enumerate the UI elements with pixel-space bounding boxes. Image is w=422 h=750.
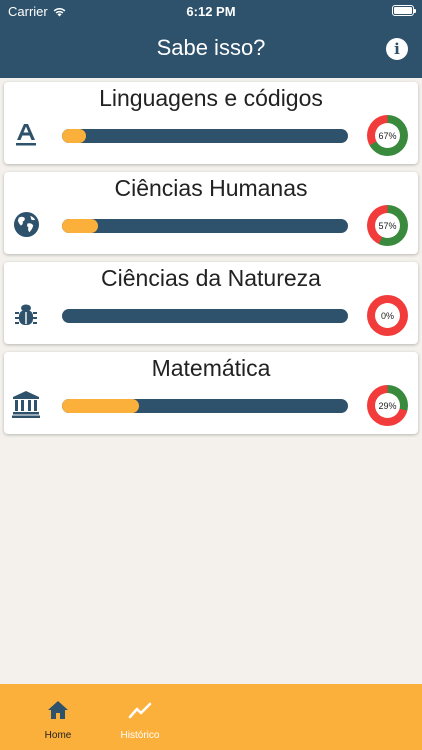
score-label: 67%	[375, 123, 400, 148]
progress-bar	[62, 399, 348, 413]
trend-icon	[105, 698, 175, 722]
home-icon	[23, 698, 93, 722]
progress-fill	[62, 399, 140, 413]
score-ring: 67%	[367, 115, 408, 156]
tab-home[interactable]: Home	[23, 698, 93, 741]
score-ring: 29%	[367, 385, 408, 426]
bank-icon	[12, 390, 40, 418]
score-label: 29%	[375, 393, 400, 418]
progress-fill	[62, 219, 98, 233]
status-time: 6:12 PM	[186, 4, 236, 19]
subject-title: Matemática	[151, 355, 271, 381]
subject-list: Linguagens e códigos 67% Ciências Humana…	[4, 82, 418, 442]
subject-card-humanas[interactable]: Ciências Humanas 57%	[4, 172, 418, 254]
info-icon[interactable]: i	[386, 38, 408, 60]
score-ring: 0%	[367, 295, 408, 336]
bug-icon	[12, 300, 40, 328]
progress-bar	[62, 129, 348, 143]
battery-icon	[392, 5, 416, 16]
nav-bar: Sabe isso? i	[0, 22, 422, 78]
tab-bar: Home Histórico	[0, 684, 422, 750]
font-icon	[12, 120, 40, 148]
score-label: 57%	[375, 213, 400, 238]
subject-title: Ciências Humanas	[114, 175, 308, 201]
tab-historico[interactable]: Histórico	[105, 698, 175, 741]
subject-title: Ciências da Natureza	[101, 265, 321, 291]
score-label: 0%	[375, 303, 400, 328]
subject-card-matematica[interactable]: Matemática 29%	[4, 352, 418, 434]
subject-card-natureza[interactable]: Ciências da Natureza 0%	[4, 262, 418, 344]
score-ring: 57%	[367, 205, 408, 246]
status-bar: Carrier 6:12 PM	[0, 0, 422, 22]
subject-title: Linguagens e códigos	[99, 85, 323, 111]
progress-bar	[62, 309, 348, 323]
progress-fill	[62, 129, 87, 143]
page-title: Sabe isso?	[156, 35, 266, 60]
progress-bar	[62, 219, 348, 233]
tab-label: Home	[44, 730, 72, 741]
tab-label: Histórico	[120, 730, 160, 741]
globe-icon	[12, 210, 40, 238]
subject-card-linguagens[interactable]: Linguagens e códigos 67%	[4, 82, 418, 164]
